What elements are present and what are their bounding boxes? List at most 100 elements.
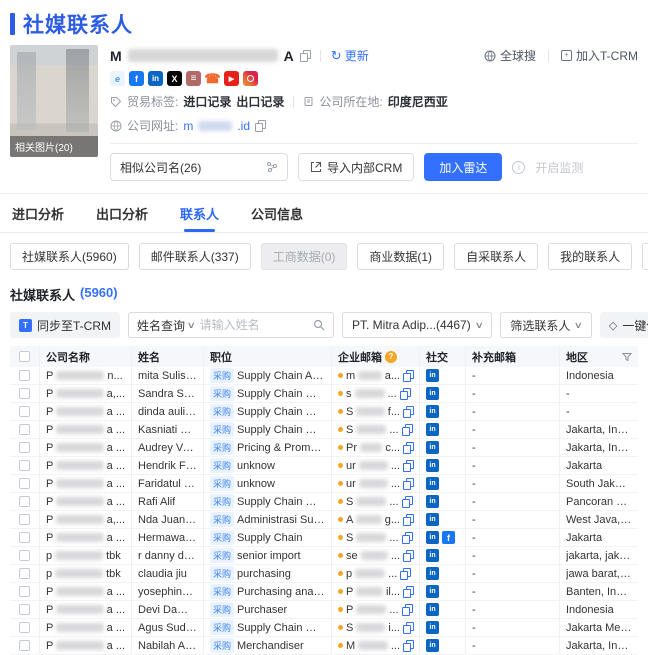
row-checkbox[interactable] <box>19 514 30 525</box>
table-row[interactable]: P a ... Agus Sudiharjo 采购 Supply Chain G… <box>10 619 638 637</box>
linkedin-icon[interactable]: in <box>426 459 439 472</box>
copy-icon[interactable] <box>401 532 413 544</box>
copy-icon[interactable] <box>403 514 414 526</box>
linkedin-icon[interactable]: in <box>426 567 439 580</box>
table-row[interactable]: P a ... Faridatul Hidzroh 采购 unknow ur .… <box>10 475 638 493</box>
linkedin-icon[interactable]: in <box>426 441 439 454</box>
table-row[interactable]: P a ... Nabilah Adellia 采购 Merchandiser … <box>10 637 638 655</box>
tab-contacts[interactable]: 联系人 <box>178 194 221 232</box>
youtube-icon[interactable]: ▶ <box>224 71 239 86</box>
tab-export-analysis[interactable]: 出口分析 <box>94 194 150 232</box>
row-checkbox[interactable] <box>19 442 30 453</box>
linkedin-icon[interactable]: in <box>426 549 439 562</box>
sync-tcrm-button[interactable]: T 同步至T-CRM <box>10 312 120 338</box>
start-monitor-button[interactable]: 开启监测 <box>535 159 583 176</box>
row-checkbox[interactable] <box>19 622 30 633</box>
copy-icon[interactable] <box>401 604 413 616</box>
table-row[interactable]: P a ... Rafi Alif 采购 Supply Chain Manage… <box>10 493 638 511</box>
company-select[interactable]: PT. Mitra Adip...(4467) ∨ <box>342 312 493 338</box>
linkedin-icon[interactable]: in <box>148 71 163 86</box>
row-checkbox[interactable] <box>19 532 30 543</box>
table-row[interactable]: P a ... Hendrik Fendi 采购 unknow ur ... i… <box>10 457 638 475</box>
filter-commercial-data[interactable]: 商业数据(1) <box>357 243 445 270</box>
table-row[interactable]: p tbk r danny d nurpat... 采购 senior impo… <box>10 547 638 565</box>
linkedin-icon[interactable]: in <box>426 513 439 526</box>
linkedin-icon[interactable]: in <box>426 603 439 616</box>
table-row[interactable]: P a ... yosephine liviane 采购 Purchasing … <box>10 583 638 601</box>
table-row[interactable]: P a ... Hermawan Sapu... 采购 Supply Chain… <box>10 529 638 547</box>
filter-contacts-dropdown[interactable]: 筛选联系人 ∨ <box>500 312 592 338</box>
linkedin-icon[interactable]: in <box>426 531 439 544</box>
search-icon[interactable] <box>313 319 325 331</box>
copy-icon[interactable] <box>399 388 411 400</box>
filter-business-registry[interactable]: 工商数据(0) <box>260 243 348 270</box>
select-all-checkbox[interactable] <box>19 351 30 362</box>
row-checkbox[interactable] <box>19 568 30 579</box>
table-row[interactable]: P a ... Audrey Vellicia 采购 Pricing & Pro… <box>10 439 638 457</box>
add-radar-button[interactable]: 加入雷达 <box>424 153 503 181</box>
website-icon[interactable]: e <box>110 71 125 86</box>
copy-icon[interactable] <box>403 442 414 454</box>
phone-icon[interactable]: ☎ <box>204 71 221 86</box>
row-checkbox[interactable] <box>19 496 30 507</box>
copy-icon[interactable] <box>403 478 414 490</box>
filter-social-contacts[interactable]: 社媒联系人(5960) <box>10 243 129 270</box>
facebook-icon[interactable]: f <box>129 71 144 86</box>
table-row[interactable]: P a ... Devi Damayanti 采购 Purchaser P ..… <box>10 601 638 619</box>
copy-icon[interactable] <box>403 640 414 652</box>
row-checkbox[interactable] <box>19 460 30 471</box>
copy-icon[interactable] <box>403 406 414 418</box>
company-photo[interactable]: 相关图片(20) <box>10 45 98 157</box>
row-checkbox[interactable] <box>19 478 30 489</box>
name-search-input[interactable] <box>199 318 308 332</box>
info-icon[interactable]: i <box>512 160 526 174</box>
linkedin-icon[interactable]: in <box>426 477 439 490</box>
copy-icon[interactable] <box>403 460 414 472</box>
copy-icon[interactable] <box>255 120 267 132</box>
linkedin-icon[interactable]: in <box>426 585 439 598</box>
linkedin-icon[interactable]: in <box>426 369 439 382</box>
table-row[interactable]: P a,... Sandra Sianipar 采购 Supply Chain … <box>10 385 638 403</box>
similar-companies-button[interactable]: 相似公司名(26) <box>110 153 288 181</box>
filter-my-contacts[interactable]: 我的联系人 <box>548 243 633 270</box>
tab-import-analysis[interactable]: 进口分析 <box>10 194 66 232</box>
x-twitter-icon[interactable]: X <box>167 71 182 86</box>
row-checkbox[interactable] <box>19 370 30 381</box>
table-row[interactable]: P a ... dinda auliya adha 采购 Supply Chai… <box>10 403 638 421</box>
website-link-suffix[interactable]: .id <box>237 119 250 133</box>
filter-funnel-icon[interactable] <box>622 352 632 362</box>
linkedin-icon[interactable]: in <box>426 621 439 634</box>
copy-icon[interactable] <box>403 550 414 562</box>
linkedin-icon[interactable]: in <box>426 423 439 436</box>
filter-email-contacts[interactable]: 邮件联系人(337) <box>138 243 251 270</box>
table-row[interactable]: P n... mita Sulistyandari 采购 Supply Chai… <box>10 367 638 385</box>
copy-icon[interactable] <box>401 424 413 436</box>
row-checkbox[interactable] <box>19 586 30 597</box>
website-link-prefix[interactable]: m <box>183 119 193 133</box>
linkedin-icon[interactable]: in <box>426 639 439 652</box>
import-record-tag[interactable]: 进口记录 <box>183 93 231 110</box>
copy-icon[interactable] <box>403 370 414 382</box>
row-checkbox[interactable] <box>19 604 30 615</box>
row-checkbox[interactable] <box>19 550 30 561</box>
copy-icon[interactable] <box>401 496 413 508</box>
filter-self-collected[interactable]: 自采联系人 <box>454 243 539 270</box>
quick-pick-button[interactable]: ◇ 一键优选 <box>599 312 648 338</box>
name-query-dropdown[interactable]: 姓名查询 ∨ <box>137 317 196 334</box>
linkedin-icon[interactable]: in <box>426 405 439 418</box>
linkedin-icon[interactable]: in <box>426 387 439 400</box>
instagram-icon[interactable] <box>243 71 258 86</box>
copy-icon[interactable] <box>400 568 412 580</box>
row-checkbox[interactable] <box>19 424 30 435</box>
row-checkbox[interactable] <box>19 640 30 651</box>
question-icon[interactable]: ? <box>385 350 397 363</box>
table-row[interactable]: P a ... Kasniati Sinaga 采购 Supply Chain … <box>10 421 638 439</box>
facebook-icon[interactable]: f <box>442 531 455 544</box>
export-record-tag[interactable]: 出口记录 <box>236 93 284 110</box>
row-checkbox[interactable] <box>19 406 30 417</box>
copy-icon[interactable] <box>403 586 414 598</box>
tab-company-info[interactable]: 公司信息 <box>249 194 305 232</box>
update-button[interactable]: ↻ 更新 <box>331 47 369 64</box>
lines-icon[interactable]: ≡ <box>186 71 201 86</box>
copy-icon[interactable] <box>299 50 311 62</box>
